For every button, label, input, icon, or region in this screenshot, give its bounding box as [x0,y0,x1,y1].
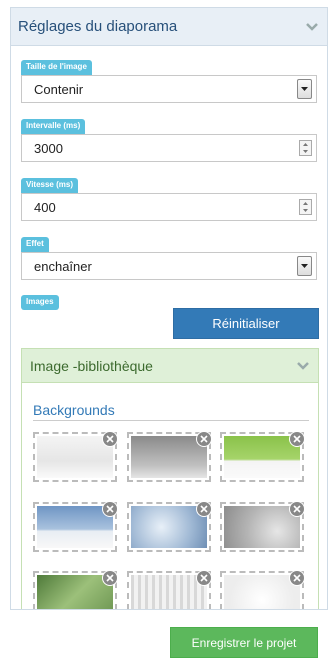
save-project-button[interactable]: Enregistrer le projet [170,627,318,658]
chevron-down-icon[interactable] [296,359,310,373]
library-title: Image -bibliothèque [30,357,153,374]
speed-field: Vitesse (ms) 400 [21,174,317,221]
remove-circle-icon[interactable] [289,431,305,447]
image-library-panel: Image -bibliothèque Backgrounds [21,348,319,609]
thumbnail-green-gradient[interactable] [220,431,305,482]
thumbnail-grey-gradient[interactable] [127,431,212,482]
remove-circle-icon[interactable] [196,501,212,517]
interval-value: 3000 [34,140,63,156]
thumbnail-blue-sky[interactable] [33,501,118,552]
slideshow-settings-panel: Réglages du diaporama Taille de l'image … [10,7,328,610]
dropdown-arrow-icon[interactable] [297,79,312,99]
effect-value: enchaîner [34,258,92,274]
thumbnail-white-fade[interactable] [33,431,118,482]
library-header[interactable]: Image -bibliothèque [22,349,318,383]
remove-circle-icon[interactable] [196,570,212,586]
chevron-down-icon[interactable] [305,20,319,34]
thumbnail-clouds[interactable] [127,501,212,552]
speed-value: 400 [34,199,56,215]
remove-circle-icon[interactable] [102,431,118,447]
panel-header[interactable]: Réglages du diaporama [11,8,327,46]
remove-circle-icon[interactable] [102,570,118,586]
image-size-value: Contenir [34,81,84,97]
interval-field: Intervalle (ms) 3000 [21,115,317,162]
effect-field: Effet enchaîner [21,233,317,280]
image-size-field: Taille de l'image Contenir [21,56,317,103]
image-size-label: Taille de l'image [21,60,92,75]
thumbnail-green-texture[interactable] [33,570,118,609]
images-field: Images [21,291,59,310]
backgrounds-heading[interactable]: Backgrounds [33,402,309,421]
reset-button[interactable]: Réinitialiser [173,308,319,339]
image-size-select[interactable]: Contenir [21,75,317,103]
speed-input[interactable]: 400 [21,193,317,221]
speed-label: Vitesse (ms) [21,178,78,193]
dropdown-arrow-icon[interactable] [297,256,312,276]
images-label: Images [21,295,59,310]
spinner-icon[interactable] [299,140,312,156]
effect-select[interactable]: enchaîner [21,252,317,280]
panel-title: Réglages du diaporama [18,18,178,35]
effect-label: Effet [21,237,49,252]
remove-circle-icon[interactable] [102,501,118,517]
thumbnail-building[interactable] [127,570,212,609]
spinner-icon[interactable] [299,199,312,215]
thumbnail-grey-burst[interactable] [220,501,305,552]
interval-input[interactable]: 3000 [21,134,317,162]
remove-circle-icon[interactable] [196,431,212,447]
thumbnail-white-light[interactable] [220,570,305,609]
remove-circle-icon[interactable] [289,570,305,586]
interval-label: Intervalle (ms) [21,119,86,134]
remove-circle-icon[interactable] [289,501,305,517]
